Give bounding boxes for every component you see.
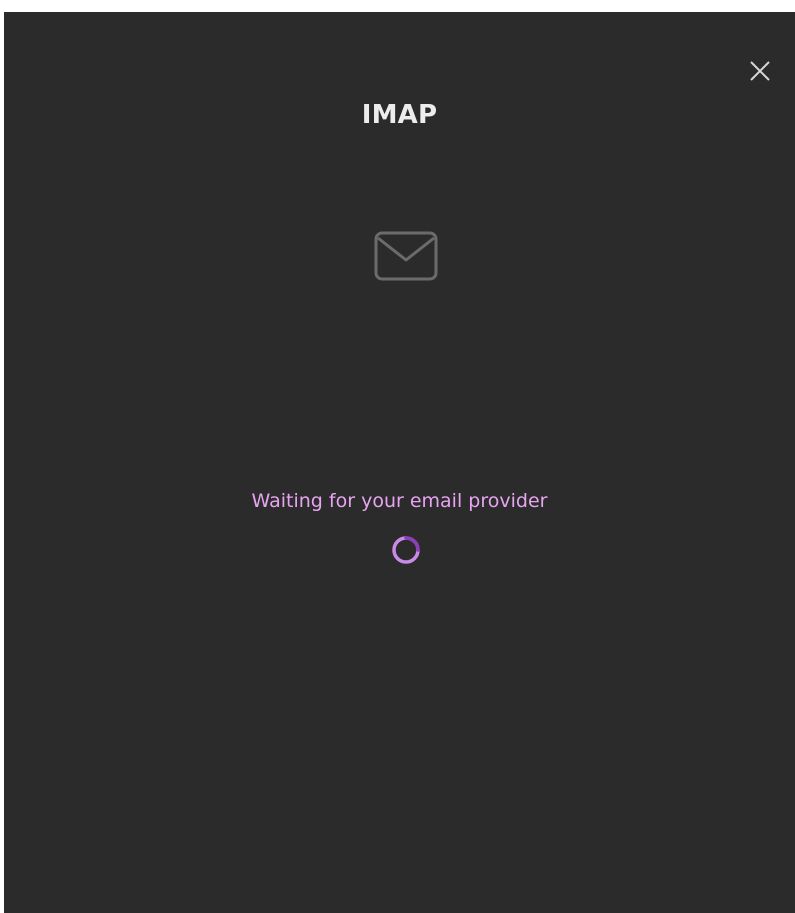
close-icon <box>750 61 770 81</box>
imap-dialog: IMAP Waiting for your email provider <box>4 12 795 913</box>
status-message: Waiting for your email provider <box>251 490 548 512</box>
dialog-title: IMAP <box>361 100 438 130</box>
loading-spinner <box>390 534 422 566</box>
mail-icon <box>373 230 439 282</box>
close-button[interactable] <box>747 58 773 84</box>
